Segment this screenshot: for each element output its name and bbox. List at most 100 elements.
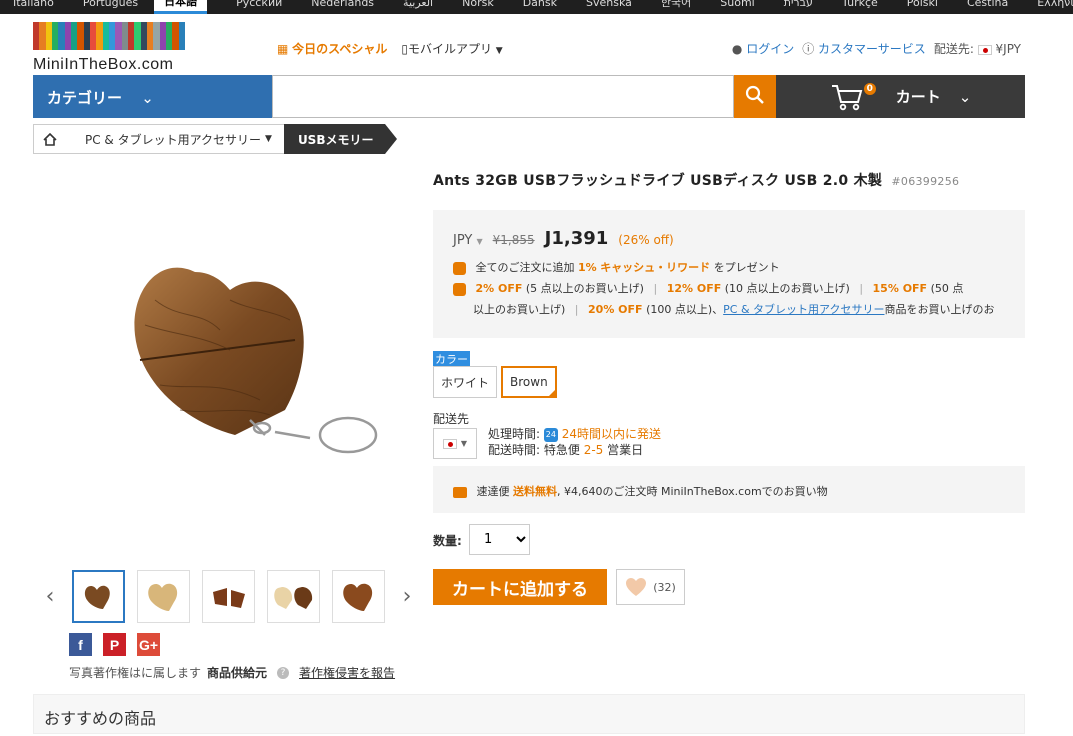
divider: | [859, 282, 864, 295]
header-account: ● ログイン ⓘ カスタマーサービス 配送先: ¥JPY [732, 40, 1021, 57]
product-main-image[interactable] [100, 210, 400, 510]
ship-country-selector[interactable]: ▼ [433, 428, 477, 459]
todays-special-link[interactable]: ▦ 今日のスペシャル [277, 40, 387, 57]
mobile-app-link[interactable]: ▯モバイルアプリ ▼ [401, 40, 502, 57]
site-logo[interactable]: MiniInTheBox.com [33, 22, 185, 73]
language-link[interactable]: Dansk [510, 0, 557, 8]
thumbnail-4[interactable] [267, 570, 320, 623]
wishlist-count: (32) [653, 580, 676, 594]
language-link[interactable]: العربية [390, 0, 433, 8]
language-link[interactable]: עברית [771, 0, 813, 8]
gift-icon: ▦ [277, 42, 289, 56]
bulk-discount-line: 2% OFF (5 点以上のお買い上げ) | 12% OFF (10 点以上のお… [453, 278, 1005, 299]
wishlist-button[interactable]: (32) [616, 569, 685, 605]
language-link[interactable]: Русский [223, 0, 282, 8]
cart-button[interactable]: 0 カート ⌄ [776, 75, 1025, 118]
quantity-label: 数量: [433, 534, 462, 548]
language-link[interactable]: 日本語 [154, 0, 208, 14]
free-post: , ¥4,640のご注文時 MiniInTheBox.comでのお買い物 [557, 485, 828, 498]
search-button[interactable] [734, 75, 776, 118]
clock-24-icon: 24 [543, 427, 558, 442]
breadcrumb-home[interactable] [33, 124, 65, 154]
thumbnail-2[interactable] [137, 570, 190, 623]
category-menu-button[interactable]: カテゴリー ⌄ [33, 75, 272, 118]
help-icon[interactable]: ? [277, 666, 290, 679]
color-option-white[interactable]: ホワイト [433, 366, 498, 398]
tier1-off: 2% OFF [475, 282, 523, 295]
discount-percent: (26% off) [618, 233, 674, 247]
processing-time: 処理時間: 24 24時間以内に発送 [488, 426, 661, 442]
google-plus-icon[interactable]: G+ [137, 633, 160, 656]
credit-owner: 商品供給元 [207, 666, 268, 680]
language-link[interactable]: Türkçe [829, 0, 878, 8]
divider: | [653, 282, 658, 295]
caret-down-icon: ▼ [476, 237, 483, 246]
home-icon [42, 132, 57, 146]
caret-down-icon: ▼ [265, 134, 272, 144]
thumbnail-image [342, 583, 372, 611]
language-link[interactable]: Português [70, 0, 138, 8]
customer-service-link[interactable]: ⓘ カスタマーサービス [802, 40, 926, 57]
product-title: Ants 32GB USBフラッシュドライブ USBディスク USB 2.0 木… [433, 170, 959, 190]
thumbnail-3[interactable] [202, 570, 255, 623]
mobile-app-label: モバイルアプリ [407, 42, 492, 56]
tier4-category-link[interactable]: PC & タブレット用アクセサリー [723, 303, 884, 316]
language-link[interactable]: Ελληνικά [1024, 0, 1073, 8]
price-row: JPY ▼ ¥1,855 J1,391 (26% off) [453, 228, 1005, 249]
original-price: ¥1,855 [492, 233, 535, 247]
delivery-unit: 営業日 [607, 443, 644, 457]
processing-label: 処理時間: [488, 427, 541, 441]
language-link[interactable]: Norsk [449, 0, 494, 8]
pinterest-icon[interactable]: P [103, 633, 126, 656]
login-label: ログイン [746, 42, 795, 56]
ship-to-selector[interactable]: 配送先: ¥JPY [934, 40, 1021, 57]
customer-service-label: カスタマーサービス [818, 42, 926, 56]
promotions: 全てのご注文に追加 1% キャッシュ・リワード をプレゼント 2% OFF (5… [453, 257, 1005, 320]
heart-icon [626, 578, 647, 596]
tier3-cond-2: 以上のお買い上げ) [473, 303, 566, 316]
report-infringement-link[interactable]: 著作権侵害を報告 [299, 664, 395, 681]
cart-count-badge: 0 [863, 82, 876, 95]
quantity-select[interactable]: 1 [469, 524, 530, 555]
cart-label: カート [895, 88, 941, 106]
thumbnail-strip: ‹ › [40, 570, 417, 623]
free-pre: 速達便 [476, 485, 510, 498]
chevron-left-icon[interactable]: ‹ [40, 584, 60, 609]
japan-flag-icon [977, 44, 992, 55]
language-link[interactable]: 한국어 [648, 0, 691, 8]
language-link[interactable]: Polski [894, 0, 938, 8]
credit-text: 写真著作権はに属します [69, 666, 202, 680]
chevron-right-icon[interactable]: › [397, 584, 417, 609]
cashback-post: をプレゼント [713, 261, 780, 274]
facebook-icon[interactable]: f [69, 633, 92, 656]
currency-code: JPY [453, 233, 473, 248]
delivery-label: 配送時間: [488, 443, 541, 457]
tier2-off: 12% OFF [666, 282, 722, 295]
language-link[interactable]: Suomi [707, 0, 754, 8]
thumbnail-image [212, 587, 245, 608]
language-link[interactable]: Čeština [954, 0, 1008, 8]
cashback-name: キャッシュ・リワード [600, 261, 711, 274]
language-link[interactable]: Italiano [0, 0, 54, 8]
currency-selector[interactable]: JPY ▼ [453, 233, 483, 248]
logo-text: MiniInTheBox.com [33, 56, 174, 73]
tier2-cond: (10 点以上のお買い上げ) [724, 282, 850, 295]
special-label: 今日のスペシャル [292, 42, 388, 56]
truck-icon [453, 486, 467, 498]
language-link[interactable]: Nederlands [298, 0, 374, 8]
search-input[interactable] [272, 75, 734, 118]
color-label: カラー [433, 351, 470, 367]
free-shipping-box: 速達便 送料無料, ¥4,640のご注文時 MiniInTheBox.comでの… [433, 466, 1025, 513]
breadcrumb-current-label: USBメモリー [297, 132, 374, 147]
thumbnail-1[interactable] [72, 570, 125, 623]
login-link[interactable]: ● ログイン [732, 40, 794, 57]
delivery-days: 2-5 [583, 443, 604, 457]
color-option-brown[interactable]: Brown [501, 366, 557, 398]
user-icon: ● [731, 42, 743, 56]
thumbnail-5[interactable] [332, 570, 385, 623]
add-to-cart-button[interactable]: カートに追加する [433, 569, 607, 605]
language-bar: Italiano Português 日本語 Русский Nederlands الع… [0, 0, 1073, 14]
language-link[interactable]: Svenska [573, 0, 632, 8]
processing-value: 24時間以内に発送 [561, 427, 661, 441]
breadcrumb-category[interactable]: PC & タブレット用アクセサリー ▼ [65, 124, 284, 154]
